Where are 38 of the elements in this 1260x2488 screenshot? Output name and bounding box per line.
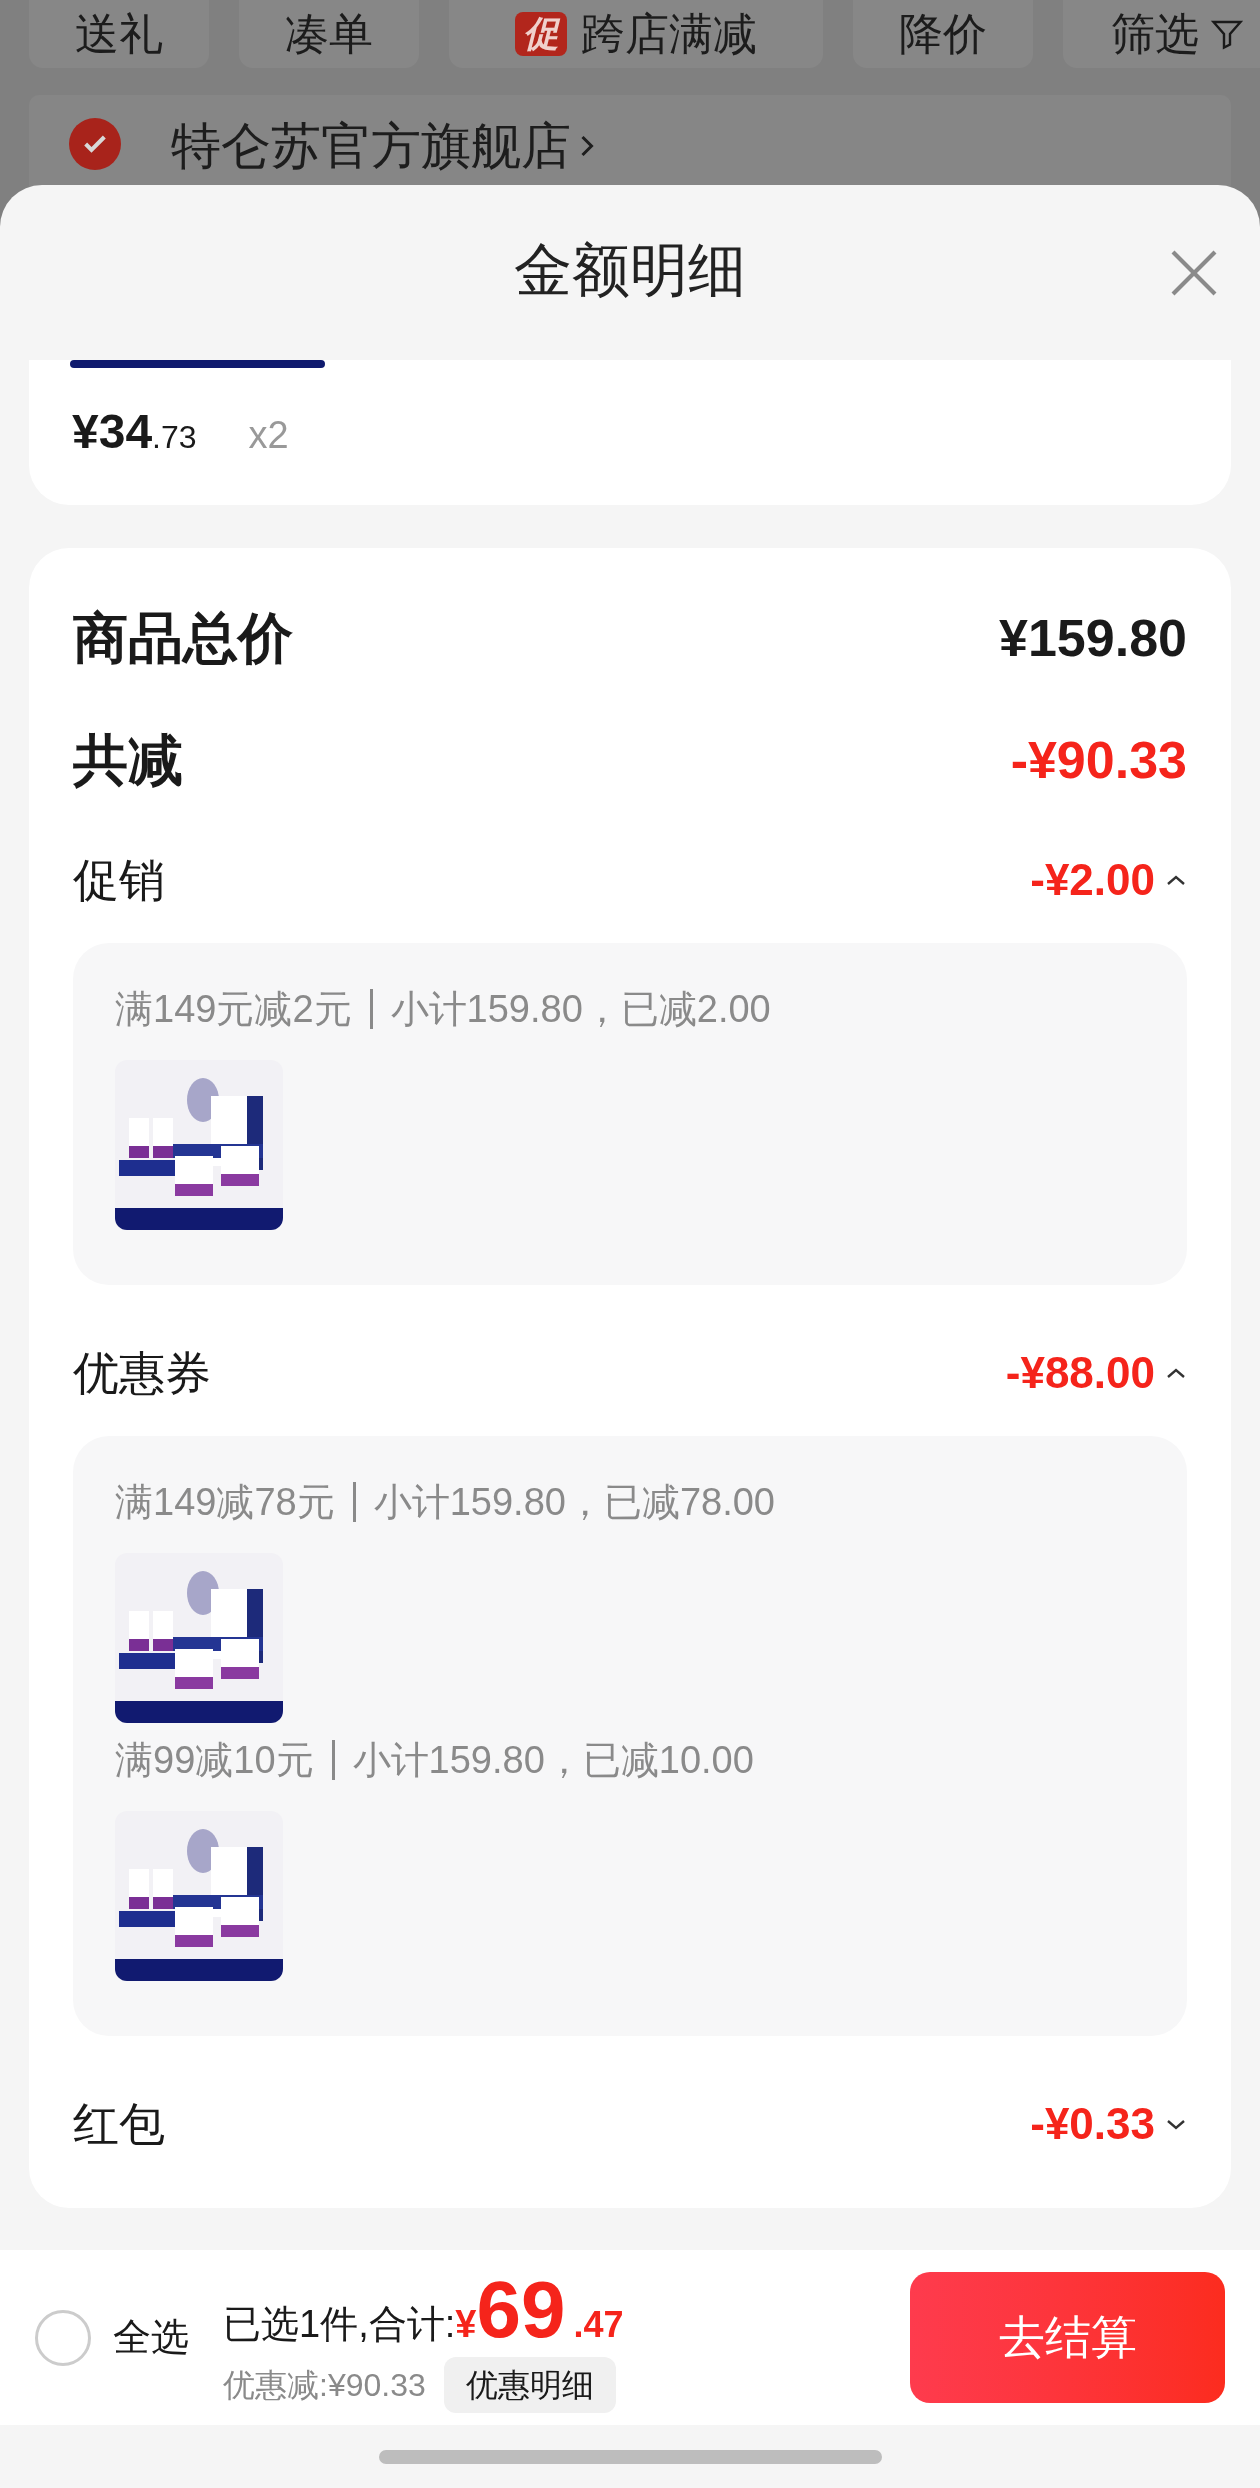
discount-detail: 小计159.80，已减10.00 [352, 1737, 754, 1783]
store-name[interactable]: 特仑苏官方旗舰店 [171, 118, 571, 174]
section-label: 促销 [73, 852, 165, 908]
discount-details-button[interactable]: 优惠明细 [443, 2357, 616, 2413]
discount-label: 共减 [73, 727, 183, 793]
saving-text: 优惠减:¥90.33 [223, 2366, 426, 2405]
section-amount: -¥88.00 [1005, 1347, 1155, 1399]
checkout-button[interactable]: 去结算 [910, 2272, 1225, 2403]
chevron-right-icon [579, 134, 595, 158]
total-price: ¥69.47 [455, 2270, 624, 2353]
chevron-down-icon[interactable] [1165, 2117, 1187, 2131]
chevron-up-icon[interactable] [1165, 873, 1187, 887]
sheet-title: 金额明细 [514, 236, 746, 304]
selected-summary: 已选1件,合计: [223, 2302, 456, 2347]
select-all-checkbox[interactable] [35, 2309, 91, 2366]
section-label: 优惠券 [73, 1345, 211, 1401]
section-label: 红包 [73, 2096, 165, 2152]
total-amount: ¥159.80 [999, 608, 1187, 669]
discount-amount: -¥90.33 [1010, 730, 1187, 791]
store-checkbox[interactable] [69, 118, 121, 170]
section-amount: -¥0.33 [1030, 2098, 1155, 2150]
total-label: 商品总价 [73, 605, 293, 671]
filter-chip[interactable]: 促 跨店满减 [449, 0, 823, 68]
section-amount: -¥2.00 [1030, 854, 1155, 906]
item-quantity: x2 [248, 413, 289, 458]
filter-chip[interactable]: 送礼 [29, 0, 209, 68]
discount-detail: 小计159.80，已减78.00 [373, 1479, 775, 1525]
filter-chip[interactable]: 筛选 [1063, 0, 1260, 68]
discount-rule: 满149减78元 [115, 1479, 335, 1525]
promo-badge: 促 [515, 12, 567, 56]
item-price: ¥34.73 [72, 404, 197, 460]
discount-rule: 满99减10元 [115, 1737, 314, 1783]
select-all-label[interactable]: 全选 [113, 2309, 189, 2366]
filter-chip[interactable]: 降价 [853, 0, 1033, 68]
discount-detail: 小计159.80，已减2.00 [390, 986, 771, 1032]
discount-rule: 满149元减2元 [115, 986, 352, 1032]
filter-chip[interactable]: 凑单 [239, 0, 419, 68]
chevron-up-icon[interactable] [1165, 1366, 1187, 1380]
